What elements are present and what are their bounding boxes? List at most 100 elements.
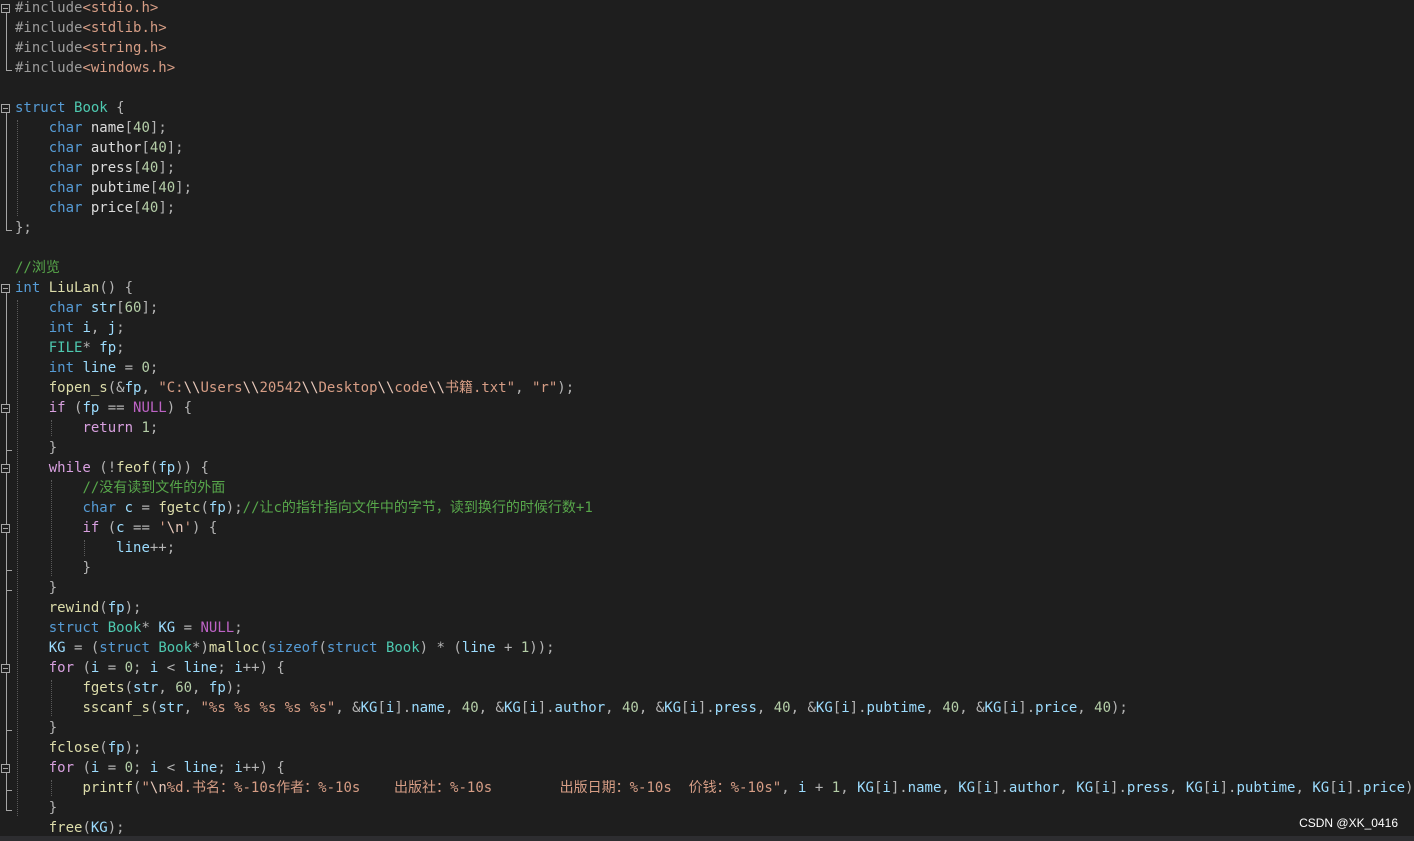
code-token: ; [217,760,235,776]
code-token: ); [557,380,575,396]
code-line[interactable]: char press[40]; [15,158,175,178]
code-token: str [90,300,117,316]
code-line[interactable]: int line = 0; [15,358,159,378]
code-line[interactable]: char name[40]; [15,118,167,138]
code-line[interactable]: printf("\n%d.书名：%-10s作者：%-10s 出版社：%-10s … [15,778,1414,798]
code-line[interactable]: while (!feof(fp)) { [15,458,209,478]
code-token: , & [335,700,361,716]
horizontal-scrollbar[interactable] [0,836,1414,841]
code-token: code [394,380,429,396]
code-token: , [1059,780,1077,796]
code-line[interactable]: char author[40]; [15,138,184,158]
code-line[interactable]: char price[40]; [15,198,175,218]
code-token: name [907,780,942,796]
code-line[interactable]: struct Book* KG = NULL; [15,618,243,638]
code-line[interactable]: FILE* fp; [15,338,125,358]
code-line[interactable]: struct Book { [15,98,125,118]
code-line[interactable]: fclose(fp); [15,738,142,758]
code-line[interactable]: #include<windows.h> [15,58,175,78]
code-token: } [82,560,91,576]
code-line[interactable]: fopen_s(&fp, "C:\\Users\\20542\\Desktop\… [15,378,574,398]
code-line[interactable]: if (fp == NULL) { [15,398,192,418]
collapse-toggle-icon[interactable] [1,664,10,673]
code-token: <windows.h> [82,60,176,76]
code-token: line [82,360,117,376]
collapse-toggle-icon[interactable] [1,764,10,773]
code-line[interactable]: char c = fgetc(fp);//让c的指针指向文件中的字节，读到换行的… [15,498,592,518]
code-line[interactable]: } [15,558,91,578]
code-token: i [234,760,243,776]
code-token: KG [158,620,176,636]
collapse-toggle-icon[interactable] [1,464,10,473]
code-line[interactable]: if (c == '\n') { [15,518,217,538]
code-line[interactable]: sscanf_s(str, "%s %s %s %s %s", &KG[i].n… [15,698,1127,718]
code-token: 40 [461,700,479,716]
code-line[interactable]: free(KG); [15,818,125,838]
code-line[interactable]: //没有读到文件的外面 [15,478,225,498]
code-token: } [48,580,58,596]
code-token: fp [82,400,100,416]
collapse-toggle-icon[interactable] [1,104,10,113]
code-line[interactable]: fgets(str, 60, fp); [15,678,242,698]
code-line[interactable]: }; [15,218,32,238]
collapse-toggle-icon[interactable] [1,404,10,413]
code-line[interactable]: int LiuLan() { [15,278,133,298]
code-line[interactable]: rewind(fp); [15,598,142,618]
code-token: ) { [166,400,193,416]
code-line[interactable]: #include<string.h> [15,38,167,58]
code-token: "%s %s %s %s %s" [200,700,336,716]
code-line[interactable]: for (i = 0; i < line; i++) { [15,758,285,778]
outline-bar [6,13,7,70]
code-line[interactable]: char pubtime[40]; [15,178,192,198]
code-line[interactable]: return 1; [15,418,158,438]
code-line[interactable]: KG = (struct Book*)malloc(sizeof(struct … [15,638,555,658]
code-line[interactable]: } [15,718,57,738]
code-token: ]. [849,700,867,716]
indent-guide [84,540,86,556]
code-line[interactable]: for (i = 0; i < line; i++) { [15,658,285,678]
code-token: c [116,520,125,536]
code-line[interactable]: int i, j; [15,318,125,338]
collapse-toggle-icon[interactable] [1,284,10,293]
code-token: 1 [831,780,841,796]
code-line[interactable]: #include<stdio.h> [15,0,158,18]
code-line[interactable]: #include<stdlib.h> [15,18,167,38]
code-token: , [840,780,858,796]
code-token: [ [832,700,842,716]
code-token: while [48,460,91,476]
code-token: ]. [991,780,1009,796]
code-line[interactable]: line++; [15,538,175,558]
collapse-toggle-icon[interactable] [1,524,10,533]
code-token: KG [815,700,833,716]
code-token: Book [385,640,420,656]
code-token: + [806,780,832,796]
code-line[interactable]: } [15,438,57,458]
code-token: KG [857,780,874,796]
code-line[interactable]: } [15,578,57,598]
code-token: ( [99,600,108,616]
code-token: { [107,100,125,116]
code-token: ( [99,740,108,756]
code-token: //没有读到文件的外面 [82,480,226,496]
code-token: fp [158,460,176,476]
code-token: j [107,320,117,336]
code-line[interactable]: } [15,798,57,818]
code-editor[interactable]: #include<stdio.h> #include<stdlib.h> #incl… [0,0,1414,841]
code-token: = ( [65,640,100,656]
code-token: == [124,520,159,536]
code-line[interactable]: char str[60]; [15,298,159,318]
code-token: pubtime [866,700,926,716]
code-token: KG [664,700,681,716]
outline-tick [6,590,12,591]
code-token: ; [217,660,235,676]
code-token: )) { [175,460,209,476]
code-token: LiuLan [48,280,100,296]
collapse-toggle-icon[interactable] [1,4,10,13]
code-line[interactable]: //浏览 [15,258,60,278]
code-token: name [82,120,125,136]
code-token: ]; [149,120,167,136]
